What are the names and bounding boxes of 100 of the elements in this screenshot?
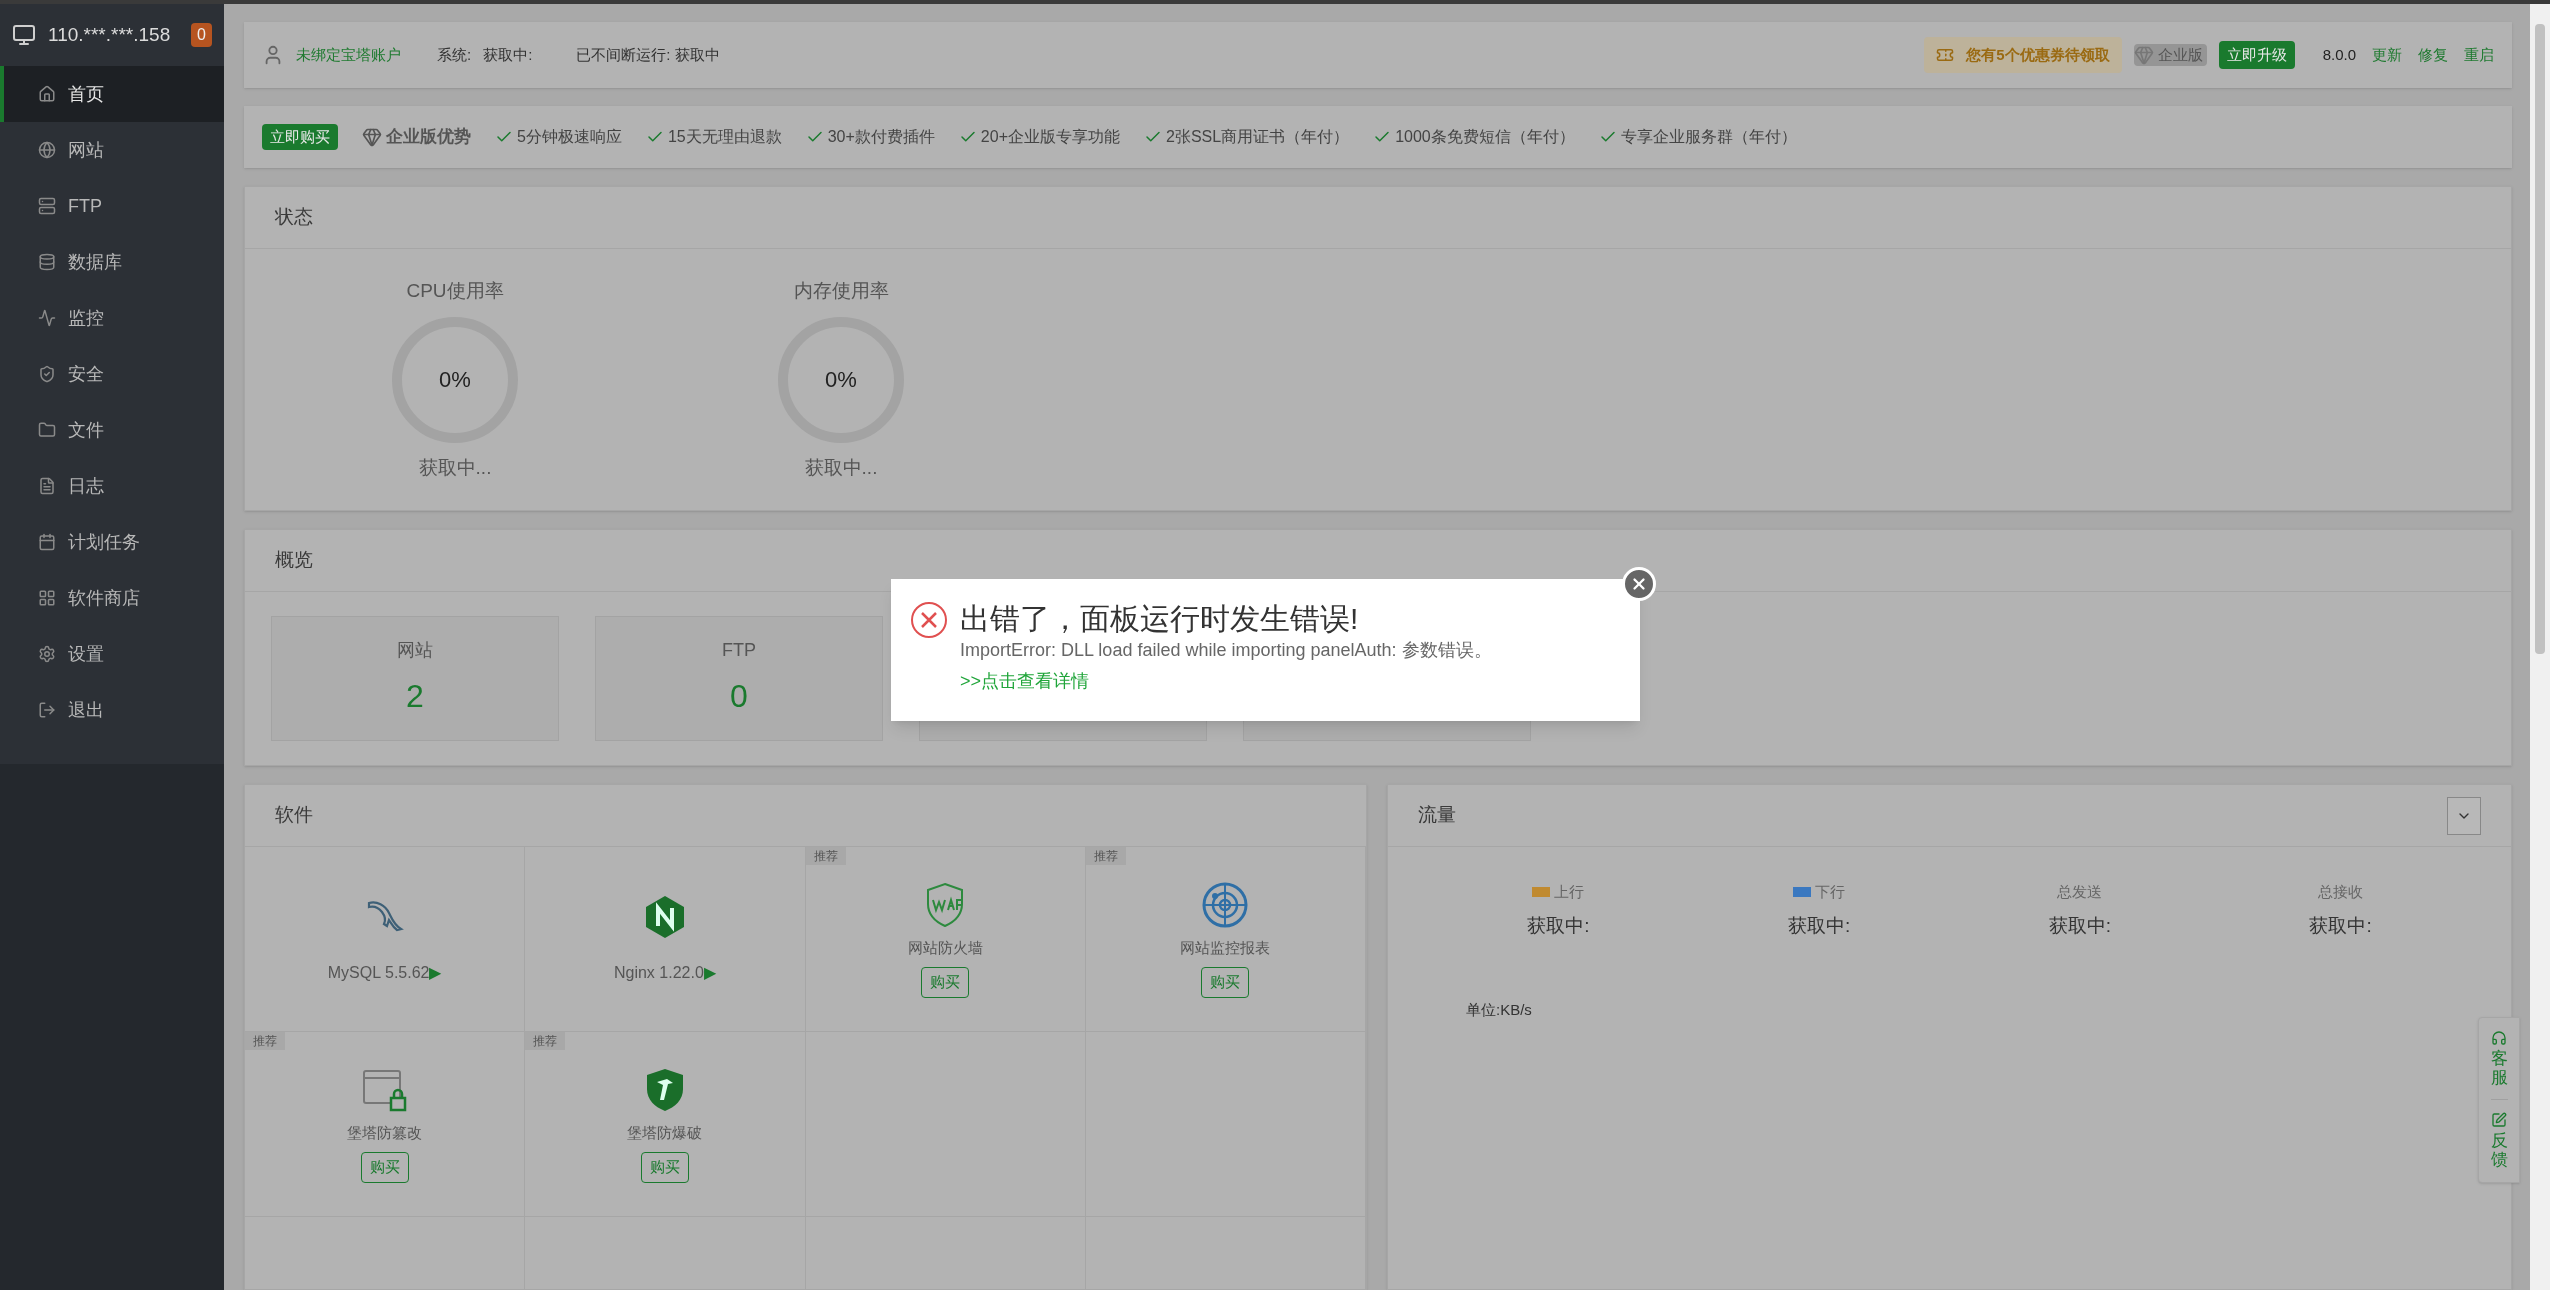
gauge-value: 0%	[439, 368, 471, 391]
software-name: 网站防火墙	[907, 937, 983, 958]
gauge-value: 0%	[825, 368, 857, 391]
monitor-icon	[12, 23, 36, 47]
close-icon	[1630, 575, 1648, 593]
gem-icon	[362, 127, 382, 147]
feature-text: 30+款付费插件	[827, 127, 935, 147]
recommend-tag: 推荐	[1085, 847, 1126, 865]
recommend-tag: 推荐	[525, 1032, 566, 1050]
software-name[interactable]: Nginx 1.22.0▶	[613, 961, 716, 985]
stat-value: 获取中:	[2048, 913, 2111, 938]
feature-text: 20+企业版专享功能	[980, 127, 1120, 147]
stat-value: 获取中:	[1527, 913, 1590, 938]
buy-button[interactable]: 购买	[1201, 967, 1250, 998]
edit-icon	[2491, 1112, 2507, 1129]
feature-text: 专享企业服务群（年付）	[1620, 127, 1797, 147]
nav-icon	[38, 645, 56, 663]
dropdown-button[interactable]	[2447, 796, 2481, 835]
buy-button[interactable]: 购买	[921, 967, 970, 998]
version-text: 8.0.0	[2322, 44, 2356, 65]
side-tool-button[interactable]: 客服	[2490, 1030, 2508, 1088]
nav-item[interactable]: 监控	[0, 290, 224, 346]
overview-label: 网站	[397, 639, 433, 662]
action-link[interactable]: 重启	[2464, 43, 2494, 67]
nav-item[interactable]: 退出	[0, 682, 224, 738]
nav-item[interactable]: 首页	[0, 66, 224, 122]
error-message: ImportError: DLL load failed while importing panelAuth: 参数错误。	[960, 639, 1492, 662]
gauge-caption: 获取中...	[804, 455, 878, 480]
nav-icon	[38, 141, 56, 159]
overview-card[interactable]: FTP 0	[595, 616, 883, 741]
host-address: 110.***.***.158	[48, 22, 171, 47]
nav-item[interactable]: 设置	[0, 626, 224, 682]
panel-title: 流量	[1418, 803, 1456, 828]
software-name: 堡塔防篡改	[347, 1122, 423, 1143]
panel-title: 概览	[275, 548, 313, 573]
promo-title: 企业版优势	[386, 126, 471, 149]
nav-icon	[38, 197, 56, 215]
nav-icon	[38, 701, 56, 719]
nav-item[interactable]: FTP	[0, 178, 224, 234]
overview-value: 2	[406, 677, 424, 716]
overview-card[interactable]: 网站 2	[271, 616, 559, 741]
nav-item[interactable]: 安全	[0, 346, 224, 402]
nav-item[interactable]: 日志	[0, 458, 224, 514]
software-name: 堡塔防爆破	[627, 1122, 703, 1143]
recommend-tag: 推荐	[245, 1032, 285, 1050]
gauge-label: CPU使用率	[406, 279, 504, 303]
account-link[interactable]: 未绑定宝塔账户	[296, 43, 401, 67]
error-icon	[910, 601, 948, 639]
stat-value: 获取中:	[2309, 913, 2372, 938]
overview-value: 0	[730, 677, 748, 716]
stat-label: 总发送	[2057, 882, 2103, 902]
feature-text: 5分钟极速响应	[517, 127, 622, 147]
nav-item[interactable]: 文件	[0, 402, 224, 458]
scrollbar[interactable]	[2530, 4, 2550, 1290]
stat-label: 上行	[1554, 882, 1585, 902]
buy-button[interactable]: 购买	[640, 1152, 689, 1183]
nav-icon	[38, 477, 56, 495]
unit-label: 单位:KB/s	[1466, 1001, 1532, 1018]
software-name[interactable]: MySQL 5.5.62▶	[327, 961, 442, 985]
nav-icon	[38, 253, 56, 271]
buy-now-button[interactable]: 立即购买	[262, 123, 338, 151]
nav-icon	[38, 589, 56, 607]
gauge-label: 内存使用率	[793, 279, 889, 303]
uptime-text: 已不间断运行: 获取中	[576, 44, 720, 65]
feature-text: 1000条免费短信（年付）	[1395, 127, 1575, 147]
stat-value: 获取中:	[1788, 913, 1851, 938]
system-label: 系统:	[437, 44, 472, 65]
nav-item[interactable]: 计划任务	[0, 514, 224, 570]
gauge-caption: 获取中...	[418, 455, 492, 480]
stat-label: 总接收	[2318, 882, 2364, 902]
nav-item[interactable]: 网站	[0, 122, 224, 178]
dialog-title: 出错了，面板运行时发生错误!	[960, 601, 1360, 637]
nav-icon	[38, 85, 56, 103]
panel-title: 状态	[275, 205, 313, 230]
software-name: 网站监控报表	[1180, 937, 1271, 958]
radar-icon	[1201, 880, 1250, 929]
coupon-banner[interactable]: 您有5个优惠券待领取	[1924, 36, 2122, 74]
stat-label: 下行	[1815, 882, 1846, 902]
edition-badge: 企业版	[2133, 43, 2207, 67]
notification-badge[interactable]: 0	[191, 23, 212, 47]
action-link[interactable]: 更新	[2372, 43, 2402, 67]
recommend-tag: 推荐	[805, 847, 846, 865]
nav-item[interactable]: 软件商店	[0, 570, 224, 626]
feature-text: 15天无理由退款	[667, 127, 782, 147]
buy-button[interactable]: 购买	[360, 1152, 409, 1183]
headset-icon	[2491, 1030, 2507, 1046]
nav-icon	[38, 421, 56, 439]
upgrade-button[interactable]: 立即升级	[2218, 40, 2295, 70]
action-link[interactable]: 修复	[2418, 43, 2448, 67]
nav-icon	[38, 309, 56, 327]
details-link[interactable]: >>点击查看详情	[960, 668, 1492, 695]
coupon-icon	[1936, 46, 1955, 64]
gem-icon	[2133, 45, 2154, 65]
feature-text: 2张SSL商用证书（年付）	[1166, 127, 1350, 147]
nav-item[interactable]: 数据库	[0, 234, 224, 290]
panel-title: 软件	[275, 803, 313, 828]
nav-icon	[38, 365, 56, 383]
overview-label: FTP	[722, 639, 756, 662]
system-value: 获取中:	[483, 44, 533, 65]
side-tool-button[interactable]: 反馈	[2490, 1099, 2508, 1170]
